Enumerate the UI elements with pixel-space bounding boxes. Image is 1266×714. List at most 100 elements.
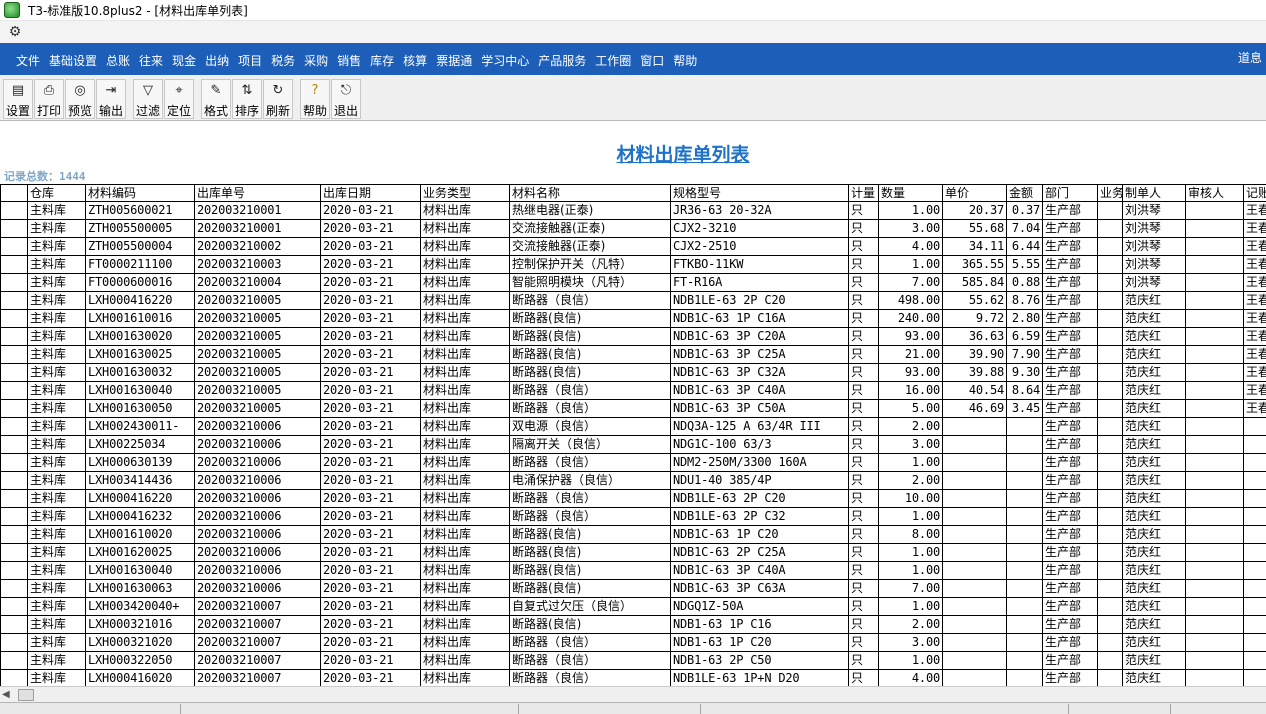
table-cell <box>1098 634 1123 652</box>
table-cell: 材料出库 <box>421 364 510 382</box>
refresh-button[interactable]: ↻ 刷新 <box>263 79 293 119</box>
table-row[interactable]: 主料库 LXH000416220 202003210006 2020-03-21 材料出… <box>0 490 1266 508</box>
menu-item-work-circle[interactable]: 工作圈 <box>595 52 631 69</box>
menu-item-project[interactable]: 项目 <box>238 52 262 69</box>
column-header[interactable]: 制单人 <box>1123 184 1186 202</box>
table-cell: 只 <box>849 562 879 580</box>
horizontal-scrollbar[interactable]: ◀ <box>0 686 1266 702</box>
table-cell: 5.55 <box>1007 256 1043 274</box>
column-header[interactable]: 单价 <box>943 184 1007 202</box>
menu-item-cashier[interactable]: 出纳 <box>205 52 229 69</box>
table-cell: 202003210007 <box>195 616 321 634</box>
menu-item-help[interactable]: 帮助 <box>673 52 697 69</box>
table-cell: 2020-03-21 <box>321 418 421 436</box>
table-cell: 202003210006 <box>195 472 321 490</box>
table-row[interactable]: 主料库 LXH000322050 202003210007 2020-03-21 材料出… <box>0 652 1266 670</box>
table-row[interactable]: 主料库 LXH000416220 202003210005 2020-03-21 材料出… <box>0 292 1266 310</box>
table-row[interactable]: 主料库 LXH000321016 202003210007 2020-03-21 材料出… <box>0 616 1266 634</box>
table-row[interactable]: 主料库 ZTH005500005 202003210001 2020-03-21 材料出… <box>0 220 1266 238</box>
column-header[interactable]: 计量 <box>849 184 879 202</box>
table-row[interactable]: 主料库 LXH00225034 202003210006 2020-03-21 材料出库… <box>0 436 1266 454</box>
menu-item-file[interactable]: 文件 <box>16 52 40 69</box>
column-header[interactable]: 业务类型 <box>421 184 510 202</box>
table-row[interactable]: 主料库 FT0000600016 202003210004 2020-03-21 材料出… <box>0 274 1266 292</box>
print-button[interactable]: ⎙ 打印 <box>34 79 64 119</box>
menu-item-invoice[interactable]: 票据通 <box>436 52 472 69</box>
row-selector <box>0 562 28 580</box>
table-row[interactable]: 主料库 LXH000416020 202003210007 2020-03-21 材料出… <box>0 670 1266 686</box>
format-button[interactable]: ✎ 格式 <box>201 79 231 119</box>
table-cell: 生产部 <box>1043 508 1098 526</box>
row-selector <box>0 616 28 634</box>
table-cell: 材料出库 <box>421 544 510 562</box>
quick-launch-icon[interactable]: ⚙ <box>6 24 24 40</box>
table-row[interactable]: 主料库 LXH001630032 202003210005 2020-03-21 材料出… <box>0 364 1266 382</box>
table-row[interactable]: 主料库 LXH001630050 202003210005 2020-03-21 材料出… <box>0 400 1266 418</box>
column-header[interactable]: 审核人 <box>1186 184 1244 202</box>
table-row[interactable]: 主料库 FT0000211100 202003210003 2020-03-21 材料出… <box>0 256 1266 274</box>
table-row[interactable]: 主料库 LXH001620025 202003210006 2020-03-21 材料出… <box>0 544 1266 562</box>
scroll-thumb[interactable] <box>18 689 34 701</box>
table-row[interactable]: 主料库 ZTH005500004 202003210002 2020-03-21 材料出… <box>0 238 1266 256</box>
sort-button[interactable]: ⇅ 排序 <box>232 79 262 119</box>
user-link[interactable]: 道息 <box>1238 49 1262 66</box>
print-icon: ⎙ <box>43 83 55 98</box>
filter-button[interactable]: ▽ 过滤 <box>133 79 163 119</box>
column-header[interactable]: 材料编码 <box>86 184 195 202</box>
column-header[interactable]: 仓库 <box>28 184 86 202</box>
table-row[interactable]: 主料库 LXH000321020 202003210007 2020-03-21 材料出… <box>0 634 1266 652</box>
table-row[interactable]: 主料库 LXH001630020 202003210005 2020-03-21 材料出… <box>0 328 1266 346</box>
menu-item-tax[interactable]: 税务 <box>271 52 295 69</box>
menu-item-basic-settings[interactable]: 基础设置 <box>49 52 97 69</box>
table-cell: 范庆红 <box>1123 580 1186 598</box>
table-cell: 只 <box>849 418 879 436</box>
table-row[interactable]: 主料库 LXH001630025 202003210005 2020-03-21 材料出… <box>0 346 1266 364</box>
menu-item-general-ledger[interactable]: 总账 <box>106 52 130 69</box>
table-row[interactable]: 主料库 LXH001610020 202003210006 2020-03-21 材料出… <box>0 526 1266 544</box>
column-header[interactable]: 出库单号 <box>195 184 321 202</box>
menu-item-costing[interactable]: 核算 <box>403 52 427 69</box>
table-cell: 21.00 <box>879 346 943 364</box>
table-cell: FT-R16A <box>671 274 849 292</box>
menu-item-inventory[interactable]: 库存 <box>370 52 394 69</box>
table-cell: 只 <box>849 238 879 256</box>
column-header[interactable]: 业务 <box>1098 184 1123 202</box>
column-header[interactable]: 规格型号 <box>671 184 849 202</box>
table-row[interactable]: 主料库 LXH001610016 202003210005 2020-03-21 材料出… <box>0 310 1266 328</box>
table-row[interactable]: 主料库 LXH001630063 202003210006 2020-03-21 材料出… <box>0 580 1266 598</box>
menu-item-product-service[interactable]: 产品服务 <box>538 52 586 69</box>
table-row[interactable]: 主料库 ZTH005600021 202003210001 2020-03-21 材料出… <box>0 202 1266 220</box>
table-cell: 王春 <box>1244 346 1266 364</box>
locate-button[interactable]: ⌖ 定位 <box>164 79 194 119</box>
column-header[interactable]: 记账 <box>1244 184 1266 202</box>
menu-item-learning-center[interactable]: 学习中心 <box>481 52 529 69</box>
preview-button[interactable]: ◎ 预览 <box>65 79 95 119</box>
table-row[interactable]: 主料库 LXH003420040+ 202003210007 2020-03-21 材料… <box>0 598 1266 616</box>
column-header[interactable]: 部门 <box>1043 184 1098 202</box>
column-header[interactable]: 数量 <box>879 184 943 202</box>
exit-button[interactable]: ⎋ 退出 <box>331 79 361 119</box>
table-row[interactable]: 主料库 LXH002430011- 202003210006 2020-03-21 材料… <box>0 418 1266 436</box>
menu-item-cash[interactable]: 现金 <box>172 52 196 69</box>
menu-item-purchase[interactable]: 采购 <box>304 52 328 69</box>
column-header[interactable]: 材料名称 <box>510 184 671 202</box>
menu-item-sales[interactable]: 销售 <box>337 52 361 69</box>
help-button[interactable]: ? 帮助 <box>300 79 330 119</box>
table-row[interactable]: 主料库 LXH003414436 202003210006 2020-03-21 材料出… <box>0 472 1266 490</box>
table-row[interactable]: 主料库 LXH001630040 202003210005 2020-03-21 材料出… <box>0 382 1266 400</box>
menu-item-window[interactable]: 窗口 <box>640 52 664 69</box>
table-cell: 刘洪琴 <box>1123 238 1186 256</box>
scroll-left-icon[interactable]: ◀ <box>2 689 10 700</box>
column-header[interactable]: 出库日期 <box>321 184 421 202</box>
table-cell: 断路器(良信) <box>510 544 671 562</box>
setup-button[interactable]: ▤ 设置 <box>3 79 33 119</box>
menu-item-accounts[interactable]: 往来 <box>139 52 163 69</box>
table-cell: 范庆红 <box>1123 544 1186 562</box>
table-row[interactable]: 主料库 LXH000416232 202003210006 2020-03-21 材料出… <box>0 508 1266 526</box>
table-row[interactable]: 主料库 LXH001630040 202003210006 2020-03-21 材料出… <box>0 562 1266 580</box>
column-header[interactable]: 金额 <box>1007 184 1043 202</box>
table-row[interactable]: 主料库 LXH000630139 202003210006 2020-03-21 材料出… <box>0 454 1266 472</box>
table-cell: 只 <box>849 490 879 508</box>
row-selector <box>0 238 28 256</box>
export-button[interactable]: ⇥ 输出 <box>96 79 126 119</box>
